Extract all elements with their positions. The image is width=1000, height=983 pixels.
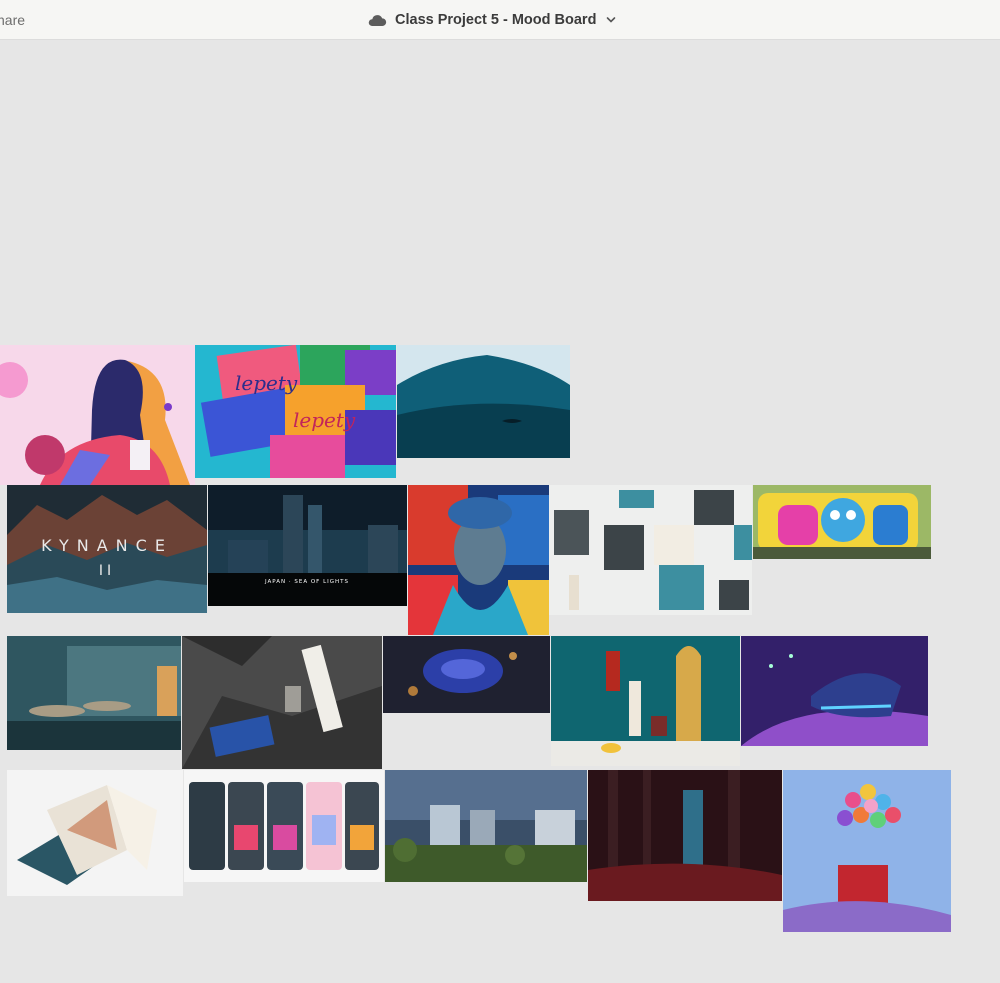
svg-text:lepety: lepety bbox=[293, 408, 356, 432]
svg-text:lepety: lepety bbox=[235, 371, 298, 395]
moodboard-image-beer-cans[interactable] bbox=[184, 770, 384, 882]
japan-caption: JAPAN · SEA OF LIGHTS bbox=[264, 579, 349, 585]
kynance-title: KYNANCE bbox=[41, 536, 173, 555]
document-title-menu[interactable]: Class Project 5 - Mood Board bbox=[367, 10, 616, 30]
moodboard-image-colorful-portrait[interactable] bbox=[408, 485, 549, 635]
moodboard-image-bottle-product[interactable] bbox=[551, 636, 740, 766]
moodboard-image-portrait-illustration[interactable] bbox=[0, 345, 195, 485]
moodboard-image-dark-forest[interactable] bbox=[588, 770, 782, 901]
moodboard-image-japan-city[interactable]: JAPAN · SEA OF LIGHTS bbox=[208, 485, 407, 606]
moodboard-image-balloon-house[interactable] bbox=[783, 770, 951, 932]
moodboard-image-blue-texture[interactable] bbox=[383, 636, 550, 713]
moodboard-image-urban-development[interactable] bbox=[385, 770, 587, 882]
chevron-down-icon[interactable] bbox=[606, 16, 616, 24]
share-button[interactable]: hare bbox=[0, 12, 25, 28]
title-bar: hare Class Project 5 - Mood Board bbox=[0, 0, 1000, 40]
moodboard-image-open-book[interactable] bbox=[7, 770, 183, 896]
moodboard-image-snack-packaging[interactable]: lepety lepety bbox=[195, 345, 396, 478]
moodboard-image-cafe-terrace[interactable] bbox=[7, 636, 181, 750]
moodboard-image-kynance[interactable]: KYNANCE II bbox=[7, 485, 207, 613]
moodboard-image-ocean-whale[interactable] bbox=[397, 345, 570, 458]
cloud-icon bbox=[368, 15, 387, 26]
moodboard-image-drapery-stilllife[interactable] bbox=[182, 636, 382, 769]
moodboard-image-stationery-branding[interactable] bbox=[549, 485, 752, 615]
moodboard-image-purple-sneaker[interactable] bbox=[741, 636, 928, 746]
document-title[interactable]: Class Project 5 - Mood Board bbox=[395, 12, 596, 28]
moodboard-image-graffiti-van[interactable] bbox=[753, 485, 931, 559]
kynance-numeral: II bbox=[99, 563, 115, 579]
